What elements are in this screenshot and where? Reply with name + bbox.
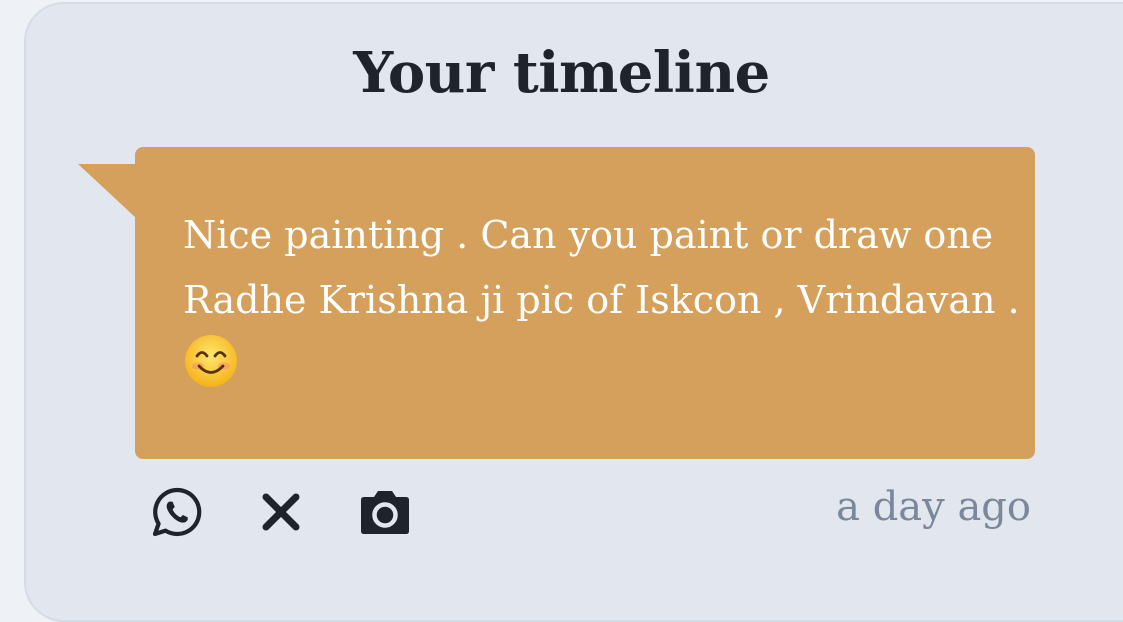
whatsapp-icon (150, 485, 204, 543)
camera-icon (357, 487, 413, 541)
message-content: Nice painting . Can you paint or draw on… (183, 203, 1043, 409)
timeline-title: Your timeline (353, 40, 770, 106)
message-actions (150, 487, 412, 541)
smiling-face-emoji-icon (183, 333, 239, 409)
message-timestamp: a day ago (836, 484, 1031, 530)
camera-button[interactable] (358, 487, 412, 541)
message-text: Nice painting . Can you paint or draw on… (183, 213, 1020, 322)
close-icon (258, 489, 304, 539)
message-bubble[interactable]: Nice painting . Can you paint or draw on… (135, 147, 1035, 459)
whatsapp-share-button[interactable] (150, 487, 204, 541)
close-button[interactable] (254, 487, 308, 541)
message-bubble-tail (78, 164, 136, 218)
